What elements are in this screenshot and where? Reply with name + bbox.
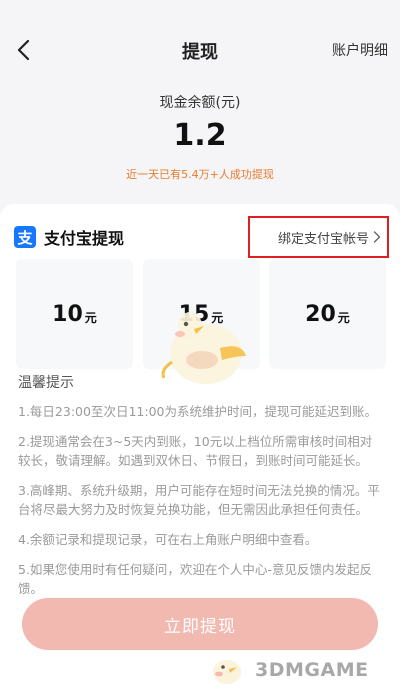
chevron-left-icon[interactable]	[14, 38, 34, 62]
amount-option-10[interactable]: 10 元	[16, 259, 133, 369]
withdraw-now-button[interactable]: 立即提现	[22, 598, 378, 650]
tip-item: 5.如果您使用时有任何疑问，欢迎在个人中心-意见反馈内发起反馈。	[18, 562, 372, 596]
watermark: 3DMGAME	[205, 652, 395, 688]
amount-value: 20	[305, 301, 336, 327]
balance-label: 现金余额(元)	[159, 95, 241, 111]
amount-value: 15	[178, 301, 210, 327]
tip-item: 4.余额记录和提现记录，可在右上角账户明细中查看。	[18, 532, 318, 547]
amount-unit: 元	[337, 310, 350, 325]
bind-alipay-button[interactable]: 绑定支付宝帐号	[248, 216, 389, 258]
watermark-bird-icon	[213, 660, 241, 684]
balance-value: 1.2	[173, 118, 227, 153]
amount-options: 10 元 15 元 20 元	[16, 259, 386, 369]
amount-option-15[interactable]: 15 元	[142, 259, 260, 369]
amount-value: 10	[52, 301, 83, 327]
chevron-right-icon	[373, 231, 381, 243]
header-area: 提现 账户明细 现金余额(元) 1.2 近一天已有5.4万+人成功提现	[0, 0, 400, 200]
amount-option-20[interactable]: 20 元	[269, 259, 386, 369]
alipay-icon: 支	[14, 226, 36, 248]
tip-item: 3.高峰期、系统升级期，用户可能存在短时间无法兑换的情况。平台将尽最大努力及时恢…	[18, 483, 380, 517]
tips-list: 1.每日23:00至次日11:00为系统维护时间，提现可能延迟到账。 2.提现通…	[18, 402, 384, 609]
account-details-link[interactable]: 账户明细	[332, 40, 388, 60]
amount-unit: 元	[84, 310, 97, 325]
amount-unit: 元	[211, 310, 224, 325]
tip-item: 2.提现通常会在3~5天内到账，10元以上档位所需审核时间相对较长，敬请理解。如…	[18, 434, 373, 468]
withdraw-card: 支 支付宝提现 绑定支付宝帐号 10 元 15 元 20 元 温馨提示 1.每日…	[0, 204, 400, 689]
alipay-header: 支 支付宝提现	[14, 224, 124, 250]
tip-item: 1.每日23:00至次日11:00为系统维护时间，提现可能延迟到账。	[18, 404, 377, 419]
tips-title: 温馨提示	[18, 375, 74, 391]
withdraw-now-label: 立即提现	[164, 616, 236, 637]
balance-note: 近一天已有5.4万+人成功提现	[126, 168, 274, 181]
watermark-text: 3DMGAME	[255, 659, 369, 681]
alipay-title: 支付宝提现	[44, 229, 125, 248]
nav-bar: 提现 账户明细	[0, 0, 400, 100]
bind-alipay-label: 绑定支付宝帐号	[277, 231, 369, 247]
